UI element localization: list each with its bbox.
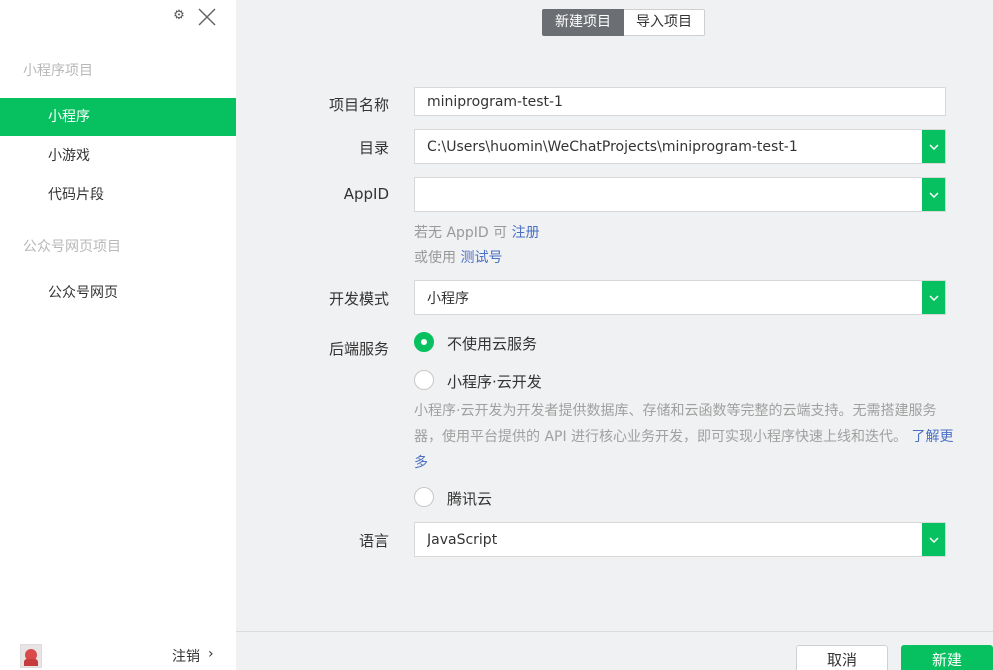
radio-tencent-cloud-label[interactable]: 腾讯云 bbox=[447, 488, 492, 509]
test-account-hint-text: 或使用 bbox=[414, 250, 456, 266]
avatar[interactable] bbox=[20, 644, 42, 668]
appid-label: AppID bbox=[343, 185, 389, 203]
language-label: 语言 bbox=[358, 532, 389, 550]
sidebar: ⚙ 小程序项目 小程序 小游戏 代码片段 公众号网页项目 公众号网页 注销 › bbox=[0, 0, 236, 670]
sidebar-item-miniprogram[interactable]: 小程序 bbox=[0, 98, 236, 136]
cancel-button[interactable]: 取消 bbox=[796, 645, 888, 670]
test-account-link[interactable]: 测试号 bbox=[460, 250, 502, 266]
sidebar-item-minigame[interactable]: 小游戏 bbox=[0, 137, 236, 175]
chevron-down-icon[interactable] bbox=[922, 523, 945, 556]
appid-hint-text: 若无 AppID 可 bbox=[414, 225, 508, 241]
language-value: JavaScript bbox=[427, 531, 498, 548]
footer-divider bbox=[236, 631, 993, 632]
dev-mode-label: 开发模式 bbox=[328, 290, 389, 308]
radio-no-cloud-label[interactable]: 不使用云服务 bbox=[447, 333, 537, 354]
cloud-description: 小程序·云开发为开发者提供数据库、存储和云函数等完整的云端支持。无需搭建服务器，… bbox=[414, 398, 954, 476]
appid-hint: 若无 AppID 可 注册 bbox=[414, 222, 540, 242]
project-tabs: 新建项目 导入项目 bbox=[542, 9, 705, 36]
logout-link[interactable]: 注销 bbox=[172, 646, 200, 666]
close-icon[interactable] bbox=[196, 6, 218, 28]
backend-label: 后端服务 bbox=[328, 340, 389, 358]
chevron-down-icon[interactable] bbox=[922, 281, 945, 314]
radio-no-cloud[interactable] bbox=[414, 332, 434, 352]
tab-new-project[interactable]: 新建项目 bbox=[542, 9, 624, 36]
section-title-miniprogram: 小程序项目 bbox=[23, 63, 93, 79]
test-account-hint: 或使用 测试号 bbox=[414, 247, 502, 267]
gear-icon[interactable]: ⚙ bbox=[172, 9, 186, 23]
dev-mode-value: 小程序 bbox=[427, 290, 469, 307]
radio-cloud-dev[interactable] bbox=[414, 370, 434, 390]
sidebar-item-code-snippet[interactable]: 代码片段 bbox=[0, 176, 236, 214]
project-name-label: 项目名称 bbox=[328, 96, 389, 114]
directory-value: C:\Users\huomin\WeChatProjects\miniprogr… bbox=[427, 138, 798, 155]
register-link[interactable]: 注册 bbox=[512, 225, 540, 241]
project-name-value: miniprogram-test-1 bbox=[427, 93, 563, 110]
sidebar-footer: 注销 › bbox=[0, 642, 236, 670]
section-title-official-account: 公众号网页项目 bbox=[23, 239, 121, 255]
create-button[interactable]: 新建 bbox=[901, 645, 993, 670]
dev-mode-select[interactable]: 小程序 bbox=[414, 280, 946, 315]
appid-select[interactable] bbox=[414, 177, 946, 212]
radio-cloud-dev-label[interactable]: 小程序·云开发 bbox=[447, 371, 542, 392]
project-name-input[interactable]: miniprogram-test-1 bbox=[414, 87, 946, 116]
tab-import-project[interactable]: 导入项目 bbox=[624, 9, 705, 36]
radio-tencent-cloud[interactable] bbox=[414, 487, 434, 507]
directory-select[interactable]: C:\Users\huomin\WeChatProjects\miniprogr… bbox=[414, 129, 946, 164]
chevron-down-icon[interactable] bbox=[922, 178, 945, 211]
chevron-down-icon[interactable] bbox=[922, 130, 945, 163]
directory-label: 目录 bbox=[358, 139, 389, 157]
sidebar-item-official-webpage[interactable]: 公众号网页 bbox=[0, 274, 236, 312]
language-select[interactable]: JavaScript bbox=[414, 522, 946, 557]
cloud-description-text: 小程序·云开发为开发者提供数据库、存储和云函数等完整的云端支持。无需搭建服务器，… bbox=[414, 403, 937, 445]
chevron-right-icon[interactable]: › bbox=[208, 646, 214, 662]
